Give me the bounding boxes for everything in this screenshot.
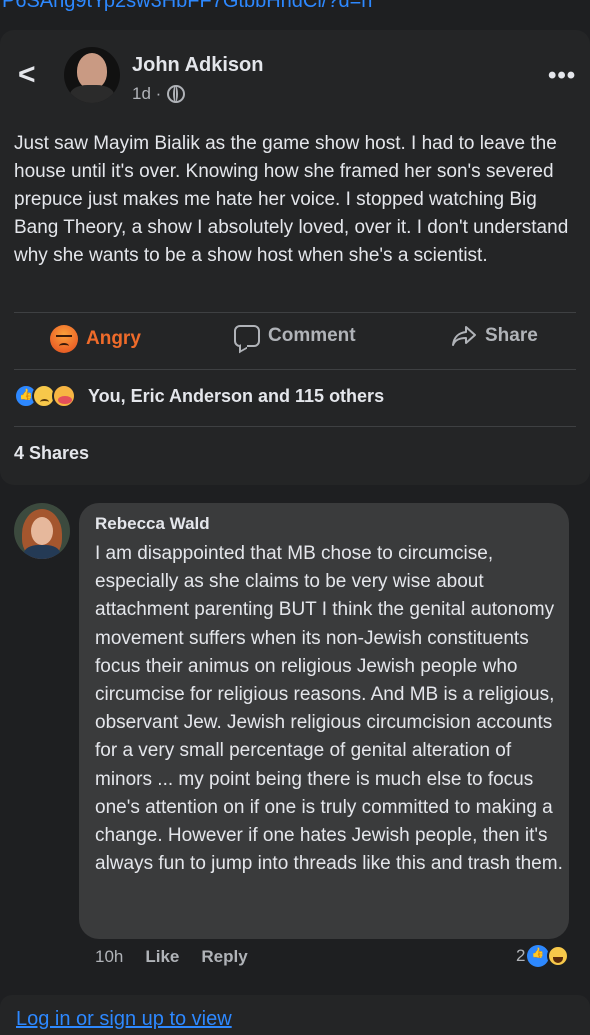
- comment-button[interactable]: Comment: [234, 325, 356, 347]
- like-icon: [527, 945, 550, 967]
- care-icon: [52, 384, 76, 408]
- commenter-avatar[interactable]: [14, 503, 70, 559]
- comment-text: I am disappointed that MB chose to circu…: [95, 543, 563, 875]
- comment-label: Comment: [268, 325, 356, 346]
- post-body: Just saw Mayim Bialik as the game show h…: [14, 133, 569, 266]
- author-avatar[interactable]: [64, 47, 120, 103]
- comment-reaction-count: 2: [516, 946, 526, 965]
- divider: [14, 369, 576, 370]
- avatar-head: [77, 53, 107, 89]
- share-button[interactable]: Share: [451, 325, 538, 347]
- globe-icon: [167, 85, 186, 103]
- comment-like-button[interactable]: Like: [145, 947, 179, 967]
- avatar-top: [24, 545, 60, 559]
- url-link[interactable]: P6SAng9tYp2sw3HbFF7GtbbHhdCl/?d=n: [0, 0, 590, 20]
- share-label: Share: [485, 325, 538, 346]
- reaction-icons: [14, 384, 80, 408]
- comment-time[interactable]: 10h: [95, 947, 123, 967]
- comment-reply-button[interactable]: Reply: [201, 947, 247, 967]
- angry-icon: [50, 325, 78, 353]
- author-name[interactable]: John Adkison: [132, 54, 263, 77]
- comment-footer: 10h Like Reply: [95, 947, 248, 967]
- divider: [14, 426, 576, 427]
- post-time[interactable]: 1d ·: [132, 84, 161, 104]
- reaction-summary-text: You, Eric Anderson and 115 others: [88, 385, 385, 406]
- comment-icon: [234, 325, 260, 347]
- commenter-name[interactable]: Rebecca Wald: [95, 514, 210, 534]
- post-meta: 1d ·: [132, 84, 186, 104]
- haha-icon: [547, 945, 570, 967]
- reactions-summary[interactable]: You, Eric Anderson and 115 others: [14, 384, 384, 408]
- more-options-button[interactable]: •••: [548, 62, 576, 90]
- divider: [14, 312, 576, 313]
- angry-label: Angry: [86, 328, 141, 349]
- back-button[interactable]: <: [18, 60, 46, 90]
- comment-reactions[interactable]: 2: [516, 945, 570, 967]
- share-icon: [452, 326, 476, 346]
- avatar-shirt: [70, 85, 114, 103]
- post-actions: Angry Comment Share: [0, 325, 590, 357]
- avatar-face: [31, 517, 53, 545]
- angry-reaction-button[interactable]: Angry: [50, 325, 141, 353]
- shares-count[interactable]: 4 Shares: [14, 443, 89, 464]
- login-link[interactable]: Log in or sign up to view: [16, 1008, 232, 1031]
